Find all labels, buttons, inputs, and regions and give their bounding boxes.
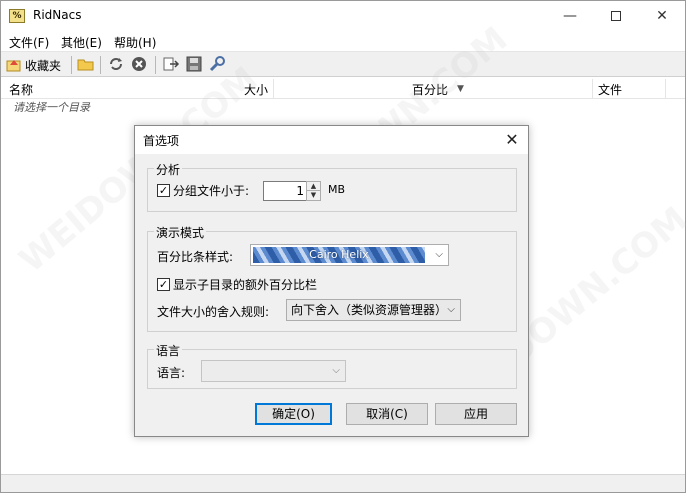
- chevron-down-icon: ⌵: [435, 249, 443, 260]
- rounding-label: 文件大小的舍入规则:: [157, 305, 270, 319]
- analysis-group-label: 分析: [154, 161, 183, 178]
- minimize-button[interactable]: —: [547, 1, 593, 31]
- group-files-label: 分组文件小于:: [173, 184, 250, 198]
- language-label: 语言:: [157, 366, 186, 380]
- group-files-size-stepper[interactable]: ▲ ▼: [306, 181, 321, 201]
- stepper-down-icon[interactable]: ▼: [307, 191, 320, 200]
- favorites-label: 收藏夹: [25, 59, 62, 73]
- rounding-select-value: 向下舍入（类似资源管理器）: [291, 303, 448, 317]
- settings-wrench-icon[interactable]: [208, 55, 226, 73]
- group-files-size-input[interactable]: 1: [263, 181, 309, 201]
- toolbar: 收藏夹: [1, 51, 685, 77]
- list-header: 名称 大小 百分比 ▼ 文件: [1, 79, 685, 99]
- column-files[interactable]: 文件: [598, 81, 622, 98]
- stop-icon[interactable]: [130, 55, 148, 73]
- column-name[interactable]: 名称: [9, 81, 33, 98]
- maximize-icon: [611, 11, 621, 21]
- menu-other[interactable]: 其他(E): [61, 34, 102, 51]
- export-icon[interactable]: [162, 55, 180, 73]
- dialog-title: 首选项: [143, 134, 180, 148]
- toolbar-separator: [71, 56, 72, 74]
- bar-style-preview: Cairo Helix: [253, 247, 425, 263]
- dialog-title-bar: 首选项 ✕: [135, 126, 528, 154]
- ok-button[interactable]: 确定(O): [255, 403, 332, 425]
- size-unit-label: MB: [328, 183, 346, 196]
- column-divider[interactable]: [592, 79, 593, 99]
- save-icon[interactable]: [185, 55, 203, 73]
- chevron-down-icon: ⌵: [447, 304, 455, 315]
- maximize-button[interactable]: [593, 1, 639, 31]
- sort-descending-icon: ▼: [457, 84, 464, 94]
- menu-bar: 文件(F) 其他(E) 帮助(H): [1, 31, 685, 51]
- title-bar: % RidNacs — ✕: [1, 1, 685, 31]
- bar-style-label: 百分比条样式:: [157, 250, 234, 264]
- stepper-up-icon[interactable]: ▲: [307, 182, 320, 191]
- language-select[interactable]: ⌵: [201, 360, 346, 382]
- extra-bar-label: 显示子目录的额外百分比栏: [173, 278, 318, 292]
- toolbar-separator: [155, 56, 156, 74]
- toolbar-separator: [100, 56, 101, 74]
- display-mode-group-label: 演示模式: [154, 224, 207, 241]
- rounding-select[interactable]: 向下舍入（类似资源管理器） ⌵: [286, 299, 461, 321]
- cancel-button[interactable]: 取消(C): [346, 403, 428, 425]
- dialog-close-button[interactable]: ✕: [497, 126, 527, 154]
- favorites-button[interactable]: 收藏夹: [5, 55, 67, 75]
- open-folder-icon[interactable]: [77, 55, 95, 73]
- menu-file[interactable]: 文件(F): [9, 34, 49, 51]
- language-group: 语言 语言: ⌵: [147, 342, 517, 389]
- preferences-dialog: 首选项 ✕ 分析 ✓ 分组文件小于: 1 ▲ ▼ MB 演示模式 百分比条样式:…: [134, 125, 529, 437]
- window-title: RidNacs: [33, 8, 82, 22]
- column-divider[interactable]: [665, 79, 666, 99]
- group-files-checkbox[interactable]: ✓: [157, 184, 170, 197]
- column-percent[interactable]: 百分比: [412, 81, 448, 98]
- column-divider[interactable]: [273, 79, 274, 99]
- menu-help[interactable]: 帮助(H): [114, 34, 156, 51]
- language-group-label: 语言: [154, 342, 183, 359]
- display-mode-group: 演示模式 百分比条样式: Cairo Helix ⌵ ✓ 显示子目录的额外百分比…: [147, 224, 517, 332]
- favorites-icon: [6, 60, 21, 72]
- refresh-icon[interactable]: [107, 55, 125, 73]
- chevron-down-icon: ⌵: [332, 365, 340, 376]
- apply-button[interactable]: 应用: [435, 403, 517, 425]
- app-icon: %: [9, 9, 25, 23]
- extra-bar-checkbox[interactable]: ✓: [157, 278, 170, 291]
- analysis-group: 分析 ✓ 分组文件小于: 1 ▲ ▼ MB: [147, 161, 517, 212]
- bar-style-select[interactable]: Cairo Helix ⌵: [250, 244, 449, 266]
- close-button[interactable]: ✕: [639, 1, 685, 31]
- column-size[interactable]: 大小: [244, 81, 268, 98]
- status-bar: [1, 474, 685, 492]
- empty-directory-hint: 请选择一个目录: [13, 101, 90, 114]
